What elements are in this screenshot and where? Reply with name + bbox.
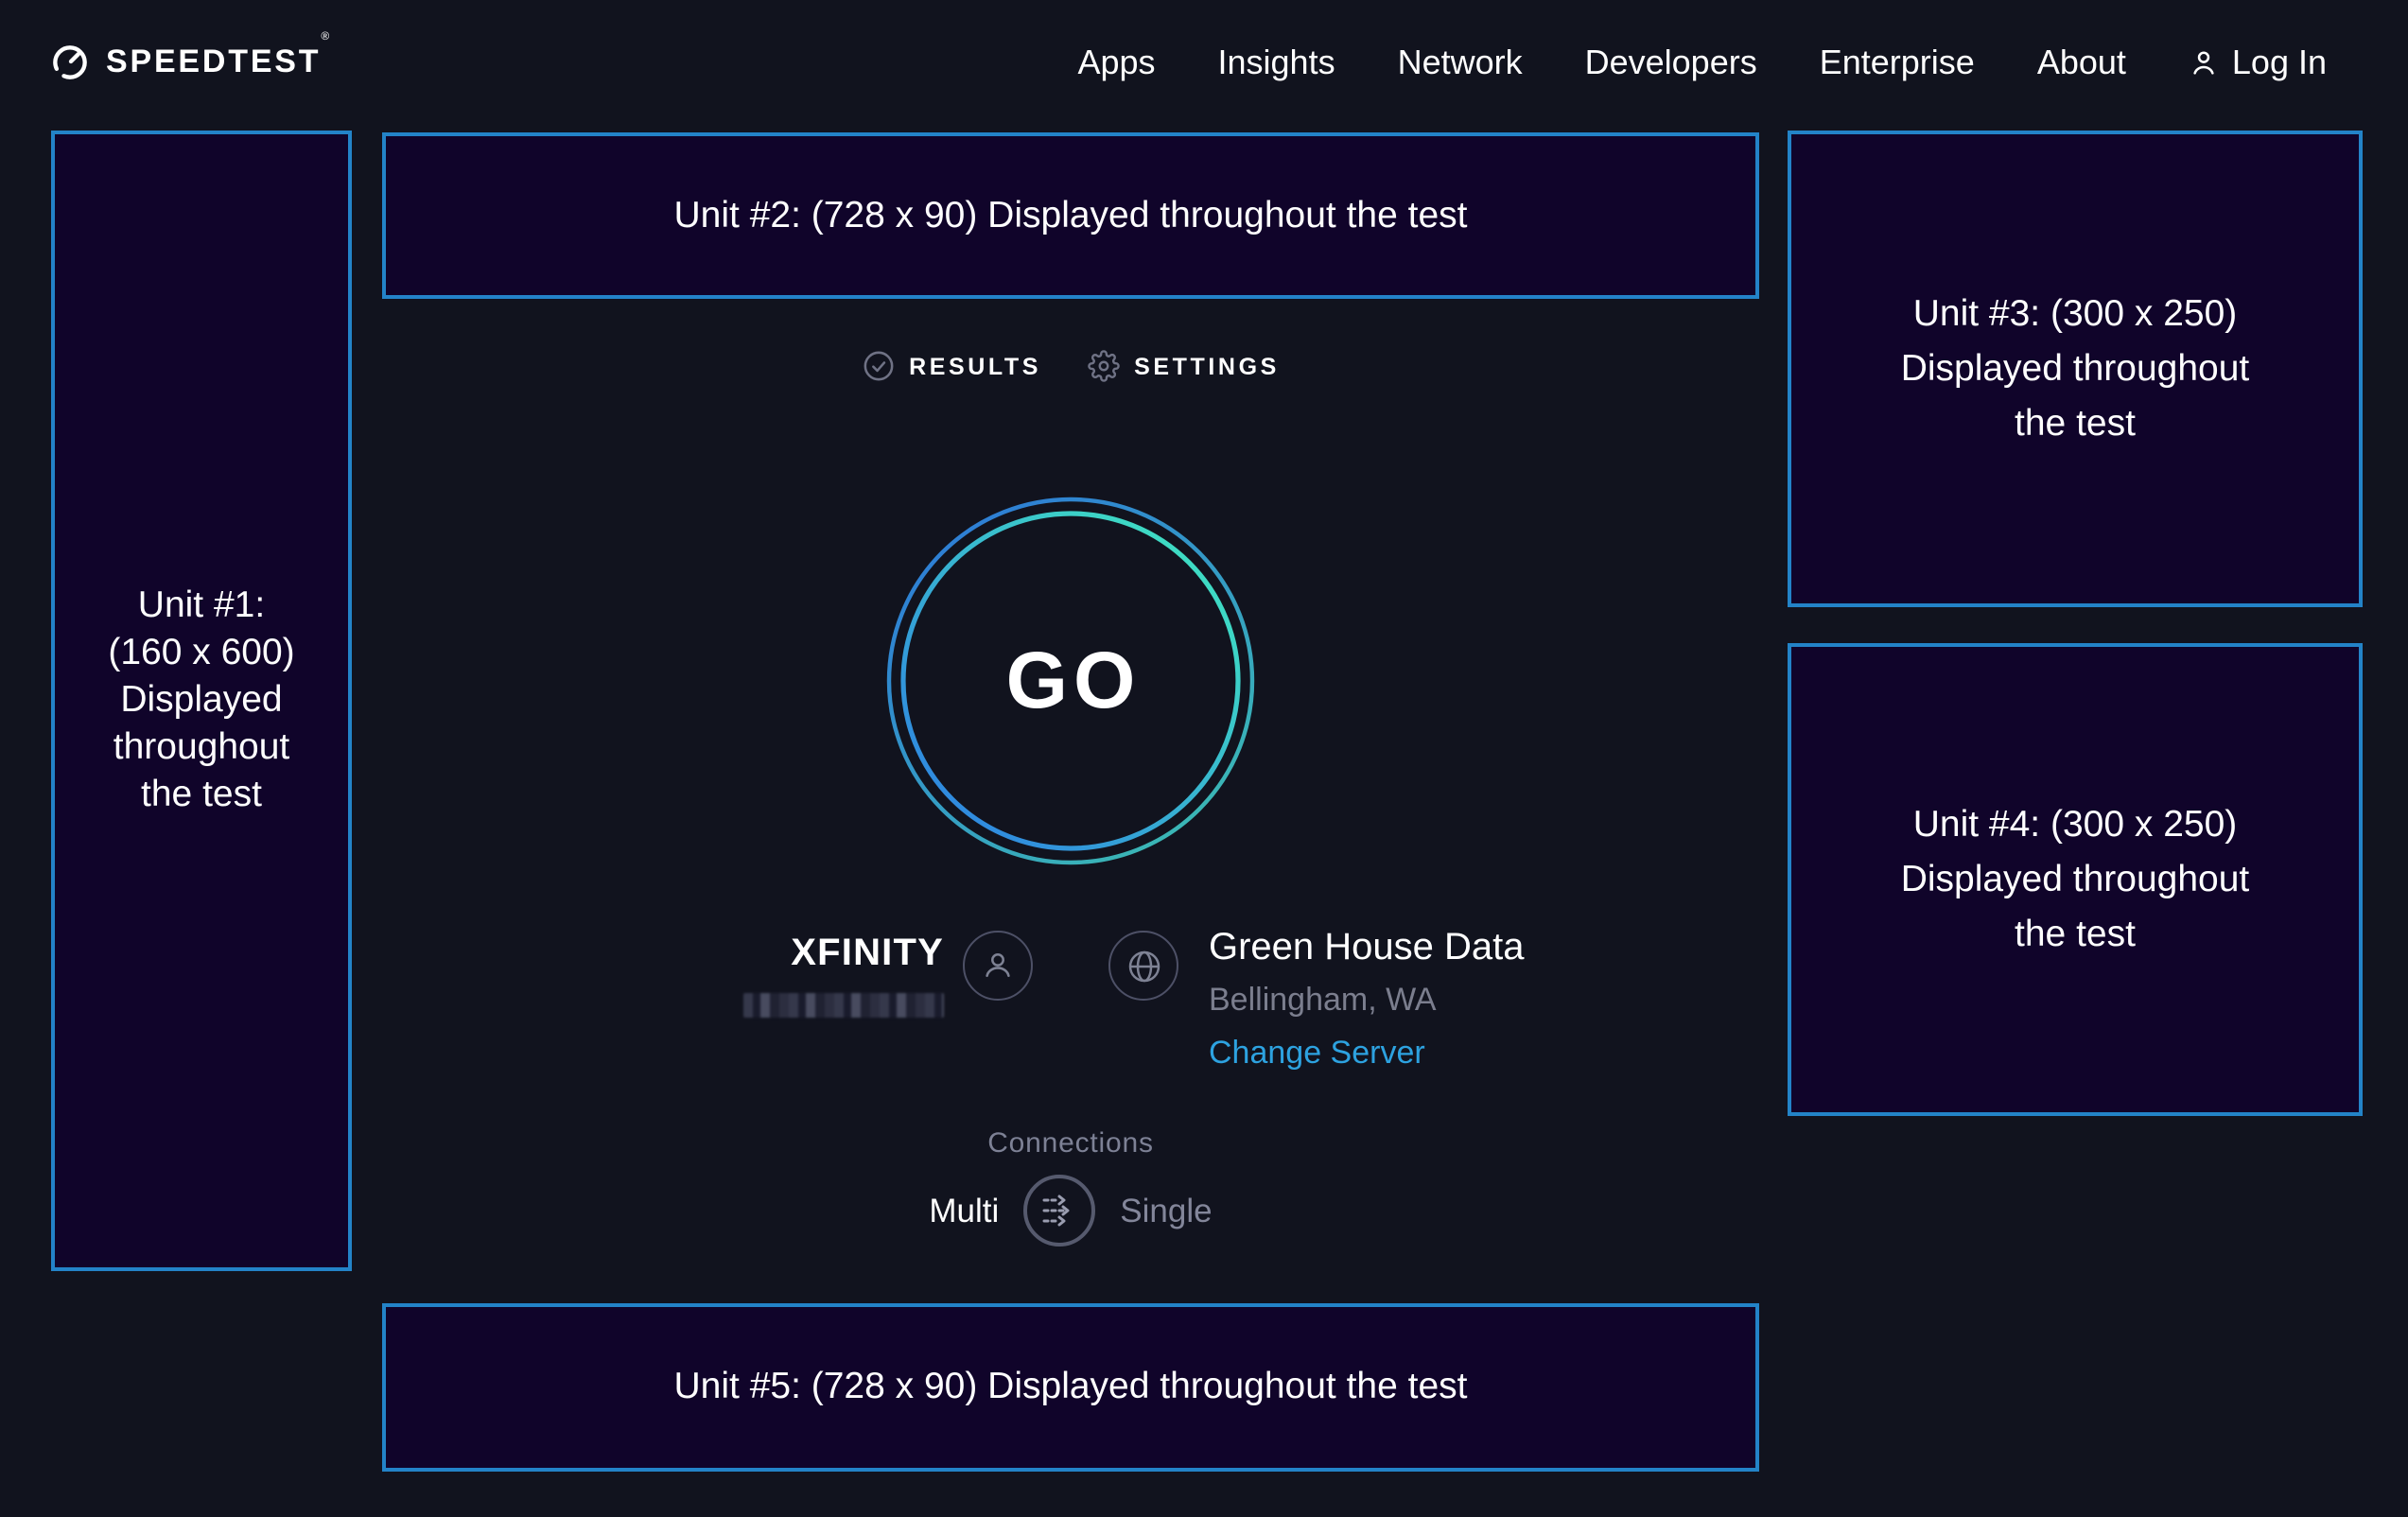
isp-user-icon-circle (963, 931, 1033, 1001)
ad-text-line: throughout (113, 724, 290, 772)
main-nav: Apps Insights Network Developers Enterpr… (1077, 43, 2327, 82)
login-button[interactable]: Log In (2189, 43, 2327, 82)
ad-text-line: (160 x 600) (108, 630, 294, 677)
gauge-icon (51, 44, 89, 81)
login-user-icon (2189, 47, 2219, 78)
server-cell: Green House Data Bellingham, WA Change S… (1071, 927, 1759, 1072)
ad-text-line: Unit #3: (300 x 250) (1913, 287, 2238, 341)
server-block: Green House Data Bellingham, WA Change S… (1209, 927, 1525, 1072)
user-icon (980, 948, 1016, 984)
ad-text-line: the test (2015, 396, 2136, 451)
ad-unit-1[interactable]: Unit #1: (160 x 600) Displayed throughou… (51, 131, 352, 1271)
isp-block: XFINITY (743, 933, 944, 1018)
speedtest-logo[interactable]: SPEEDTEST® (51, 44, 332, 81)
ad-text: Unit #5: (728 x 90) Displayed throughout… (674, 1366, 1468, 1409)
nav-item-enterprise[interactable]: Enterprise (1820, 43, 1975, 82)
gear-icon (1087, 350, 1119, 382)
ad-text-line: Displayed throughout (1901, 341, 2250, 396)
ad-text-line: the test (141, 772, 262, 819)
server-location: Bellingham, WA (1209, 982, 1525, 1020)
ad-unit-4[interactable]: Unit #4: (300 x 250) Displayed throughou… (1788, 643, 2363, 1116)
speedtest-page: SPEEDTEST® Apps Insights Network Develop… (0, 0, 2408, 1517)
logo-text: SPEEDTEST® (106, 44, 332, 81)
test-connection-info: XFINITY (382, 927, 1759, 1072)
ad-text-line: Displayed throughout (1901, 852, 2250, 907)
ad-text: Unit #2: (728 x 90) Displayed throughout… (674, 194, 1468, 237)
results-settings-tabs: RESULTS SETTINGS (382, 350, 1759, 382)
connections-label: Connections (382, 1127, 1759, 1160)
tab-settings[interactable]: SETTINGS (1087, 350, 1280, 382)
nav-item-network[interactable]: Network (1398, 43, 1523, 82)
ad-unit-2[interactable]: Unit #2: (728 x 90) Displayed throughout… (382, 132, 1759, 299)
server-name: Green House Data (1209, 927, 1525, 970)
change-server-link[interactable]: Change Server (1209, 1035, 1525, 1072)
redacted-ip-text (743, 993, 944, 1018)
ad-text-line: Unit #1: (138, 583, 265, 630)
nav-item-apps[interactable]: Apps (1077, 43, 1155, 82)
check-circle-icon (862, 350, 894, 382)
server-globe-icon-circle (1108, 931, 1178, 1001)
logo-trademark: ® (321, 32, 332, 44)
nav-item-developers[interactable]: Developers (1585, 43, 1757, 82)
ad-unit-3[interactable]: Unit #3: (300 x 250) Displayed throughou… (1788, 131, 2363, 607)
top-nav-bar: SPEEDTEST® Apps Insights Network Develop… (0, 0, 2408, 125)
connections-multi-label[interactable]: Multi (929, 1191, 999, 1230)
tab-results[interactable]: RESULTS (862, 350, 1041, 382)
connections-toggle-row: Multi Single (382, 1175, 1759, 1247)
ad-text-line: Displayed (120, 677, 282, 724)
viewport: SPEEDTEST® Apps Insights Network Develop… (0, 0, 2408, 1517)
nav-item-insights[interactable]: Insights (1218, 43, 1335, 82)
go-button-area: GO (382, 496, 1759, 866)
tab-settings-label: SETTINGS (1134, 353, 1280, 379)
connections-single-label[interactable]: Single (1120, 1191, 1212, 1230)
globe-icon (1125, 947, 1162, 985)
go-label: GO (885, 496, 1256, 866)
connections-toggle-icon[interactable] (1023, 1175, 1095, 1247)
ad-text-line: Unit #4: (300 x 250) (1913, 797, 2238, 852)
ad-unit-5[interactable]: Unit #5: (728 x 90) Displayed throughout… (382, 1303, 1759, 1472)
isp-cell: XFINITY (382, 927, 1071, 1018)
go-button[interactable]: GO (885, 496, 1256, 866)
ad-text-line: the test (2015, 907, 2136, 962)
isp-name[interactable]: XFINITY (791, 933, 944, 976)
login-label: Log In (2232, 43, 2327, 82)
nav-item-about[interactable]: About (2037, 43, 2126, 82)
tab-results-label: RESULTS (909, 353, 1041, 379)
